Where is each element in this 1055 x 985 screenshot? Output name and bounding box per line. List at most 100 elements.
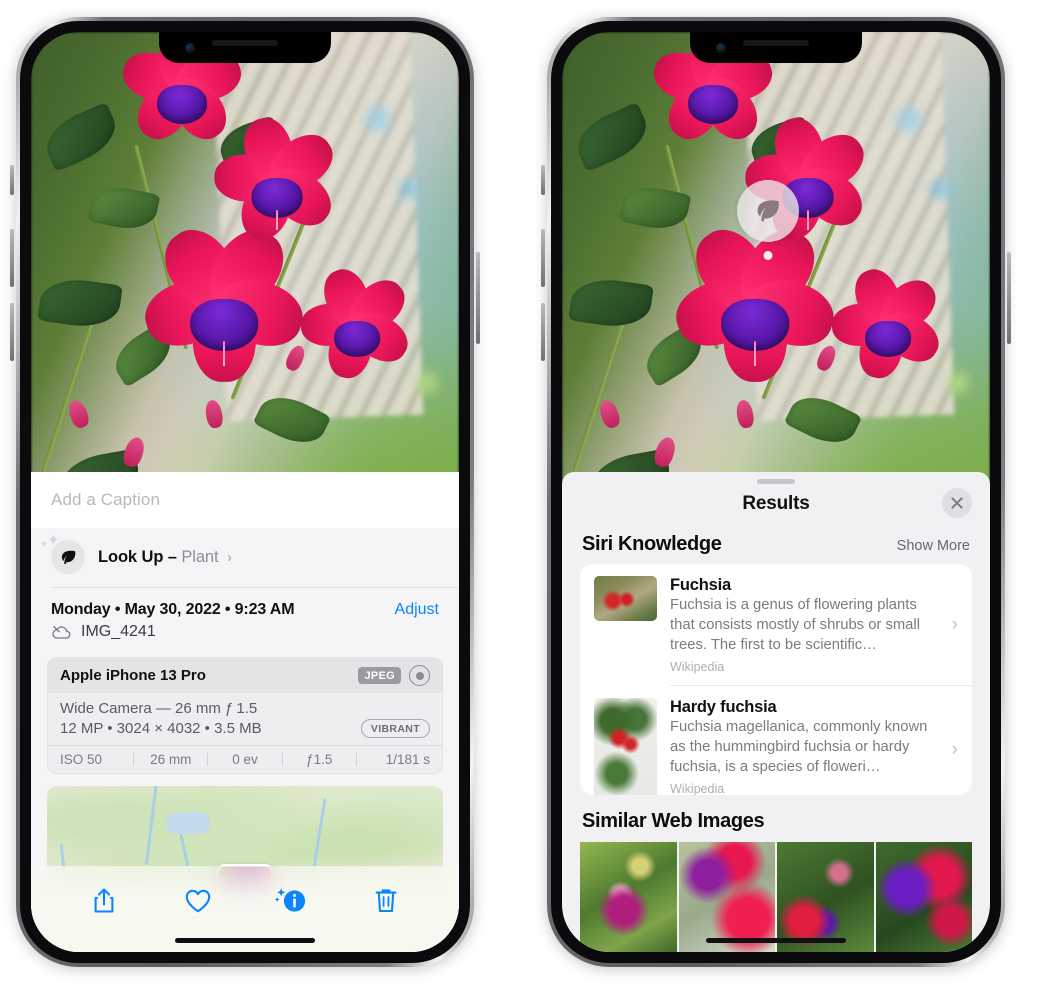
fuchsia-bloom [668,216,843,383]
device-notch [690,32,862,63]
file-row: IMG_4241 [51,623,439,641]
side-power-button[interactable] [1007,252,1011,344]
corolla [687,84,738,124]
photo-info-sheet: Add a Caption ✦ ✦ Look Up – Plant › Mond… [31,472,459,952]
knowledge-title: Fuchsia [670,576,731,595]
volume-up-button[interactable] [10,229,14,287]
earpiece-speaker [743,40,809,46]
corolla [334,321,381,357]
corolla [865,321,912,357]
map-lake [165,812,210,835]
exif-header-right: JPEG [358,665,430,686]
results-header: Results [562,484,990,525]
web-image-4[interactable] [875,841,972,952]
right-phone-bezel: Results Siri Knowledge Show More Fuchsia… [551,21,1001,963]
fuchsia-bloom [213,112,342,247]
silence-switch[interactable] [541,165,545,195]
chevron-right-icon: › [951,739,958,761]
caption-input[interactable]: Add a Caption [31,472,459,528]
info-button[interactable] [271,880,313,922]
capture-date: Monday • May 30, 2022 • 9:23 AM [51,601,295,618]
exif-details: Wide Camera — 26 mm ƒ 1.5 12 MP • 3024 ×… [48,693,442,745]
silence-switch[interactable] [10,165,14,195]
capture-info-block: Monday • May 30, 2022 • 9:23 AM Adjust I… [31,588,459,651]
bokeh-dot [364,105,391,132]
home-indicator[interactable] [706,938,846,943]
chevron-right-icon: › [226,548,232,566]
knowledge-thumbnail [594,576,657,622]
similar-web-images-title: Similar Web Images [582,809,765,832]
fuchsia-bloom [831,262,948,382]
sparkle-icon-small: ✦ [40,539,48,549]
stamens [275,210,278,230]
fuchsia-bloom [137,216,312,383]
leaf-icon: ✦ ✦ [40,532,85,574]
side-power-button[interactable] [476,252,480,344]
caption-placeholder-text: Add a Caption [51,490,161,509]
format-badge: JPEG [358,667,401,684]
stamens [806,210,809,230]
right-phone-screen: Results Siri Knowledge Show More Fuchsia… [562,32,990,952]
file-name: IMG_4241 [81,623,156,640]
knowledge-description: Fuchsia magellanica, commonly known as t… [670,719,928,775]
exif-stat-aperture: ƒ1.5 [306,752,333,767]
right-iphone-device: Results Siri Knowledge Show More Fuchsia… [541,17,1011,967]
volume-up-button[interactable] [541,229,545,287]
visual-lookup-badge[interactable] [737,180,799,260]
adjust-button[interactable]: Adjust [395,601,439,619]
results-title: Results [742,492,810,514]
left-iphone-device: Add a Caption ✦ ✦ Look Up – Plant › Mond… [10,17,480,967]
stamens [223,341,226,367]
share-icon [94,888,114,913]
corolla [156,84,207,124]
web-image-2[interactable] [678,841,775,952]
trash-icon [375,889,397,913]
delete-button[interactable] [365,880,407,922]
web-image-3[interactable] [777,841,874,952]
exif-header: Apple iPhone 13 Pro JPEG [48,658,442,693]
front-camera [185,43,195,53]
volume-down-button[interactable] [541,303,545,361]
close-button[interactable] [942,487,972,518]
similar-web-images-strip[interactable] [562,841,990,952]
knowledge-row[interactable]: Hardy fuchsia Fuchsia magellanica, commo… [580,686,972,795]
leaf-icon [757,200,779,222]
close-icon [951,497,963,509]
knowledge-description: Fuchsia is a genus of flowering plants t… [670,597,920,653]
look-up-subject: Plant [181,547,219,566]
knowledge-source: Wikipedia [670,660,725,675]
sparkle-icon: ✦ [47,532,60,549]
siri-knowledge-header: Siri Knowledge Show More [562,524,990,564]
knowledge-row[interactable]: Fuchsia Fuchsia is a genus of flowering … [580,564,972,685]
chevron-right-icon: › [951,613,958,635]
visual-lookup-results-sheet: Results Siri Knowledge Show More Fuchsia… [562,472,990,952]
knowledge-card-list: Fuchsia Fuchsia is a genus of flowering … [580,564,972,795]
exif-stats-row: ISO 50 26 mm 0 ev ƒ1.5 1/181 s [48,745,442,773]
exif-stat-iso: ISO 50 [60,752,103,767]
favorite-button[interactable] [177,880,219,922]
earpiece-speaker [212,40,278,46]
home-indicator[interactable] [175,938,315,943]
look-up-title: Look Up – [98,547,177,566]
exif-card[interactable]: Apple iPhone 13 Pro JPEG Wide Camera — 2… [47,657,443,774]
share-button[interactable] [83,880,125,922]
siri-knowledge-title: Siri Knowledge [582,533,722,556]
knowledge-text: Fuchsia Fuchsia is a genus of flowering … [670,576,960,674]
exif-stat-ev: 0 ev [232,752,258,767]
exif-stat-shutter: 1/181 s [385,752,431,767]
map-river [144,786,159,866]
lens-icon [409,665,430,686]
device-name: Apple iPhone 13 Pro [60,667,206,684]
show-more-button[interactable]: Show More [897,538,970,554]
left-phone-bezel: Add a Caption ✦ ✦ Look Up – Plant › Mond… [20,21,470,963]
stamens [754,341,757,367]
fuchsia-bloom [300,262,417,382]
badge-anchor-dot [763,251,773,260]
lens-line: Wide Camera — 26 mm ƒ 1.5 [60,700,258,717]
look-up-row[interactable]: ✦ ✦ Look Up – Plant › [31,528,459,587]
web-image-1[interactable] [580,841,677,952]
knowledge-text: Hardy fuchsia Fuchsia magellanica, commo… [670,698,960,795]
knowledge-source: Wikipedia [670,782,725,795]
volume-down-button[interactable] [10,303,14,361]
bokeh-dot [895,105,922,132]
